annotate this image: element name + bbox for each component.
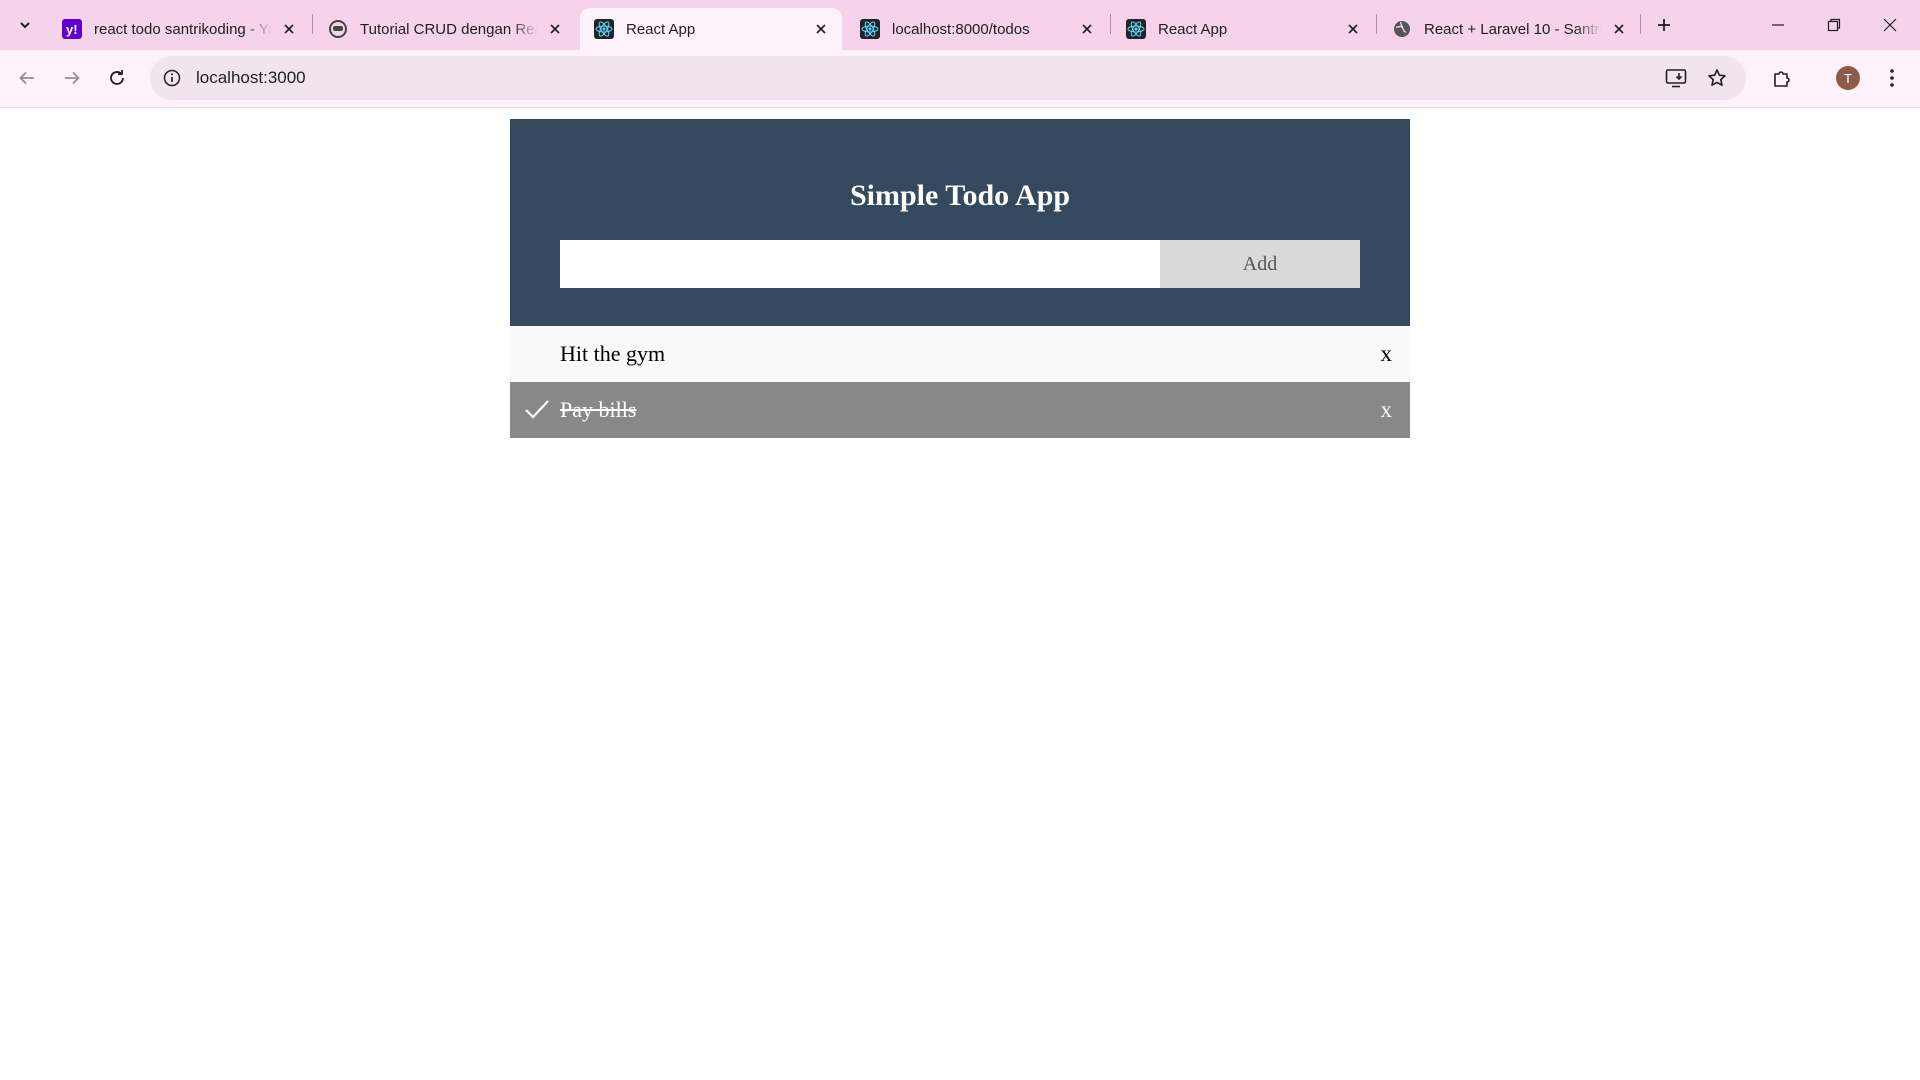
tab-strip: y! react todo santrikoding - Yahoo Searc… — [0, 0, 1920, 50]
extensions-button[interactable] — [1765, 61, 1799, 95]
browser-tab[interactable]: React App — [1112, 8, 1374, 50]
remove-button[interactable]: x — [1381, 326, 1393, 382]
react-icon — [1126, 19, 1146, 39]
tab-title: localhost:8000/todos — [892, 20, 1030, 38]
browser-tab[interactable]: y! react todo santrikoding - Yahoo Searc… — [48, 8, 310, 50]
arrow-right-icon — [65, 71, 80, 85]
address-bar[interactable]: localhost:3000 — [150, 56, 1746, 100]
tab-title: Tutorial CRUD dengan React — [360, 20, 538, 38]
arrow-left-icon — [19, 71, 34, 85]
install-app-icon[interactable] — [1664, 66, 1688, 90]
tab-title: react todo santrikoding - Yahoo Search R… — [94, 20, 272, 38]
tab-separator — [312, 14, 313, 34]
tab-search-button[interactable] — [9, 9, 41, 41]
minimize-icon — [1772, 24, 1784, 26]
todo-text: Pay bills — [560, 397, 637, 422]
page-title: Simple Todo App — [849, 179, 1071, 212]
kebab-menu-icon — [1890, 69, 1894, 87]
todo-item[interactable]: Hit the gym x — [510, 326, 1410, 382]
close-icon[interactable] — [1608, 18, 1630, 40]
close-icon[interactable] — [278, 18, 300, 40]
yahoo-icon: y! — [62, 19, 82, 39]
puzzle-icon — [1774, 71, 1790, 87]
tab-separator — [1110, 14, 1111, 34]
tab-title: React App — [1158, 20, 1228, 38]
back-button[interactable] — [10, 61, 44, 95]
new-tab-button[interactable] — [1650, 11, 1678, 39]
close-window-button[interactable] — [1862, 0, 1918, 50]
restore-button[interactable] — [1806, 0, 1862, 50]
url-text: localhost:3000 — [196, 68, 306, 87]
reload-button[interactable] — [100, 61, 134, 95]
todo-input[interactable] — [560, 240, 1160, 288]
todo-app: Simple Todo App Add Hit the gym x Pay bi… — [510, 119, 1410, 438]
svg-text:y!: y! — [66, 22, 78, 37]
close-icon[interactable] — [810, 18, 832, 40]
browser-tab[interactable]: Tutorial CRUD dengan React — [314, 8, 576, 50]
browser-tab-active[interactable]: React App — [580, 8, 842, 50]
tab-separator — [1376, 14, 1377, 34]
browser-tab[interactable]: React + Laravel 10 - Santrikoding — [1378, 8, 1640, 50]
tab-title: React + Laravel 10 - Santrikoding — [1424, 20, 1602, 38]
plus-icon — [1658, 19, 1670, 31]
santrikoding-icon — [328, 19, 348, 39]
checkmark-icon — [525, 400, 549, 419]
profile-avatar[interactable]: T — [1836, 66, 1860, 90]
todo-text: Hit the gym — [560, 341, 666, 366]
close-icon[interactable] — [1342, 18, 1364, 40]
browser-toolbar: localhost:3000 — [0, 50, 1920, 108]
close-icon[interactable] — [544, 18, 566, 40]
reload-icon — [110, 70, 124, 85]
globe-icon — [1392, 19, 1412, 39]
add-button[interactable]: Add — [1160, 240, 1360, 288]
remove-button[interactable]: x — [1381, 382, 1393, 438]
tab-separator — [1640, 14, 1641, 34]
restore-icon — [1827, 18, 1841, 32]
close-icon[interactable] — [1076, 18, 1098, 40]
forward-button[interactable] — [55, 61, 89, 95]
close-icon — [1883, 18, 1897, 32]
chevron-down-icon — [20, 22, 30, 29]
site-info-icon[interactable] — [160, 66, 184, 90]
react-icon — [860, 19, 880, 39]
browser-tab[interactable]: localhost:8000/todos — [846, 8, 1108, 50]
react-icon — [594, 19, 614, 39]
todo-item-completed[interactable]: Pay bills x — [510, 382, 1410, 438]
menu-button[interactable] — [1875, 61, 1909, 95]
bookmark-star-icon[interactable] — [1705, 66, 1729, 90]
tab-title: React App — [626, 20, 696, 38]
minimize-button[interactable] — [1750, 0, 1806, 50]
todo-header: Simple Todo App Add — [510, 119, 1410, 326]
